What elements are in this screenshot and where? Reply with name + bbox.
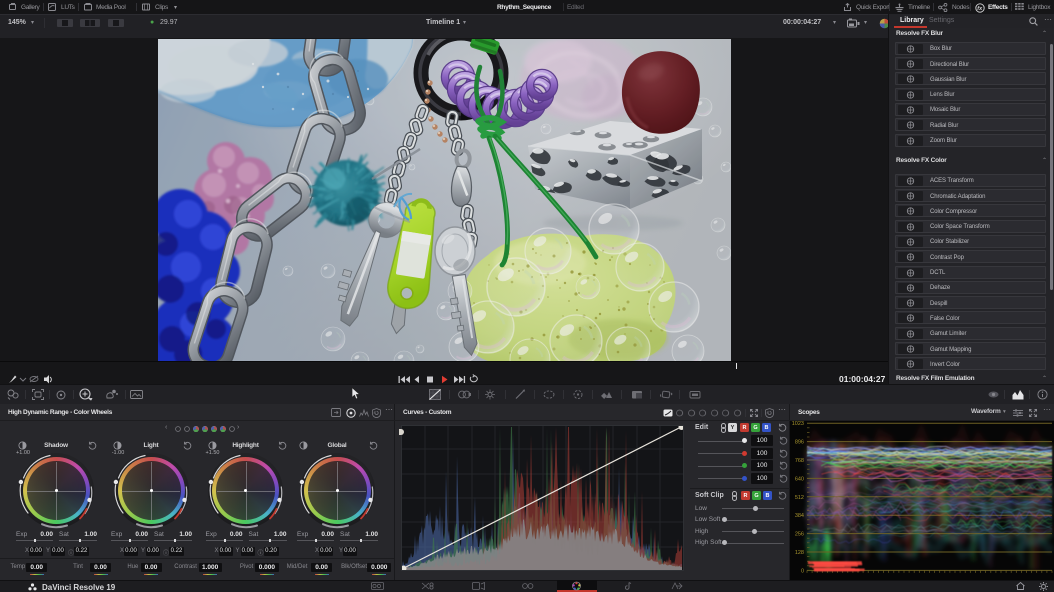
svg-text:256: 256 (795, 532, 804, 538)
svg-text:1023: 1023 (792, 421, 804, 427)
svg-text:384: 384 (795, 513, 804, 519)
svg-text:◆: ◆ (601, 391, 608, 400)
svg-text:128: 128 (795, 550, 804, 556)
svg-text:▾: ▾ (90, 397, 93, 402)
svg-text:768: 768 (795, 458, 804, 464)
svg-text:640: 640 (795, 476, 804, 482)
svg-text:0: 0 (801, 568, 804, 574)
svg-text:896: 896 (795, 440, 804, 446)
svg-text:512: 512 (795, 495, 804, 501)
